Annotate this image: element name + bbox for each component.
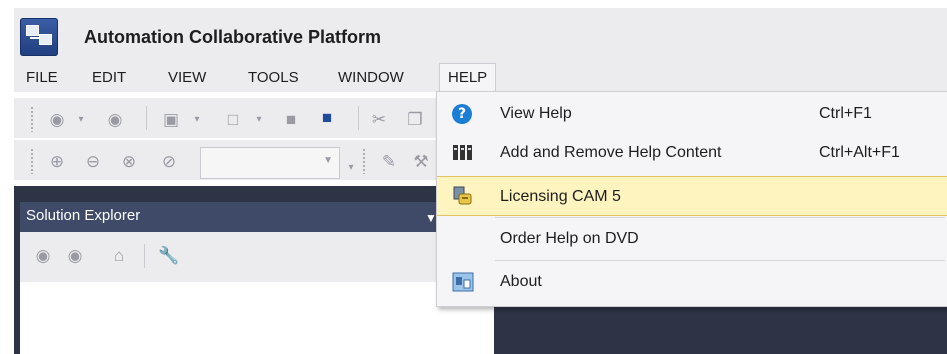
save-all-icon[interactable]: ■	[316, 108, 338, 128]
zoom-in-icon[interactable]: ⊕	[46, 152, 68, 172]
dropdown-arrow-icon[interactable]: ▾	[186, 110, 208, 130]
forward-icon[interactable]: ◉	[104, 110, 126, 130]
dropdown-arrow-icon[interactable]: ▾	[248, 110, 270, 130]
menu-edit[interactable]: EDIT	[84, 64, 134, 92]
add-item-icon[interactable]: □	[222, 110, 244, 130]
menu-item-label: Licensing CAM 5	[500, 188, 621, 205]
forward-icon[interactable]: ◉	[64, 246, 86, 266]
help-icon: ?	[452, 104, 474, 126]
toolbar-grip[interactable]	[30, 148, 34, 174]
menu-item-add-remove-help[interactable]: Add and Remove Help Content Ctrl+Alt+F1	[437, 133, 947, 171]
wrench-icon[interactable]: 🔧	[158, 246, 180, 266]
menu-divider	[495, 217, 945, 218]
menu-item-view-help[interactable]: ? View Help Ctrl+F1	[437, 94, 947, 132]
menu-help[interactable]: HELP	[439, 63, 497, 92]
solution-explorer-body	[20, 282, 494, 354]
toolbar-grip[interactable]	[362, 148, 366, 174]
menu-item-shortcut: Ctrl+Alt+F1	[819, 144, 900, 161]
pencil-icon[interactable]: ✎	[378, 152, 400, 172]
chevron-down-icon: ▼	[323, 155, 333, 166]
menu-file[interactable]: FILE	[18, 64, 66, 92]
license-icon	[452, 185, 474, 207]
solution-explorer-toolbar	[20, 232, 494, 282]
books-icon	[452, 142, 474, 164]
menu-window[interactable]: WINDOW	[330, 64, 412, 92]
save-icon[interactable]: ■	[280, 110, 302, 130]
app-logo-icon	[20, 18, 58, 56]
menu-item-shortcut: Ctrl+F1	[819, 105, 872, 122]
menu-tools[interactable]: TOOLS	[240, 64, 307, 92]
menu-divider	[495, 260, 945, 261]
menu-item-label: View Help	[500, 105, 572, 122]
back-icon[interactable]: ◉	[46, 110, 68, 130]
toolbar-grip[interactable]	[30, 106, 34, 132]
home-icon[interactable]: ⌂	[108, 246, 130, 266]
new-project-icon[interactable]: ▣	[160, 110, 182, 130]
menu-item-label: About	[500, 273, 542, 290]
application-window: Automation Collaborative Platform FILE E…	[0, 0, 947, 354]
toolbar-overflow-icon[interactable]: ▾	[340, 158, 362, 178]
toolbar-separator	[146, 106, 147, 130]
menu-item-order-dvd[interactable]: Order Help on DVD	[437, 220, 947, 258]
menu-view[interactable]: VIEW	[160, 64, 214, 92]
menu-item-licensing[interactable]: Licensing CAM 5	[437, 176, 947, 216]
dropdown-arrow-icon[interactable]: ▾	[70, 110, 92, 130]
zoom-icon[interactable]: ⊘	[158, 152, 180, 172]
zoom-combo[interactable]: ▼	[200, 147, 340, 179]
zoom-out-icon[interactable]: ⊖	[82, 152, 104, 172]
menu-item-about[interactable]: About	[437, 263, 947, 301]
toolbar-separator	[144, 244, 145, 268]
zoom-fit-icon[interactable]: ⊗	[118, 152, 140, 172]
app-title: Automation Collaborative Platform	[84, 27, 382, 47]
solution-explorer-title: Solution Explorer	[26, 207, 141, 224]
tool-icon[interactable]: ⚒	[410, 152, 432, 172]
about-icon	[452, 271, 474, 293]
back-icon[interactable]: ◉	[32, 246, 54, 266]
copy-icon[interactable]: ❐	[404, 110, 426, 130]
menu-item-label: Order Help on DVD	[500, 230, 639, 247]
help-menu-dropdown: ? View Help Ctrl+F1 Add and Remove Help …	[436, 91, 947, 307]
toolbar-separator	[358, 106, 359, 130]
menu-item-label: Add and Remove Help Content	[500, 144, 722, 161]
cut-icon[interactable]: ✂	[368, 110, 390, 130]
